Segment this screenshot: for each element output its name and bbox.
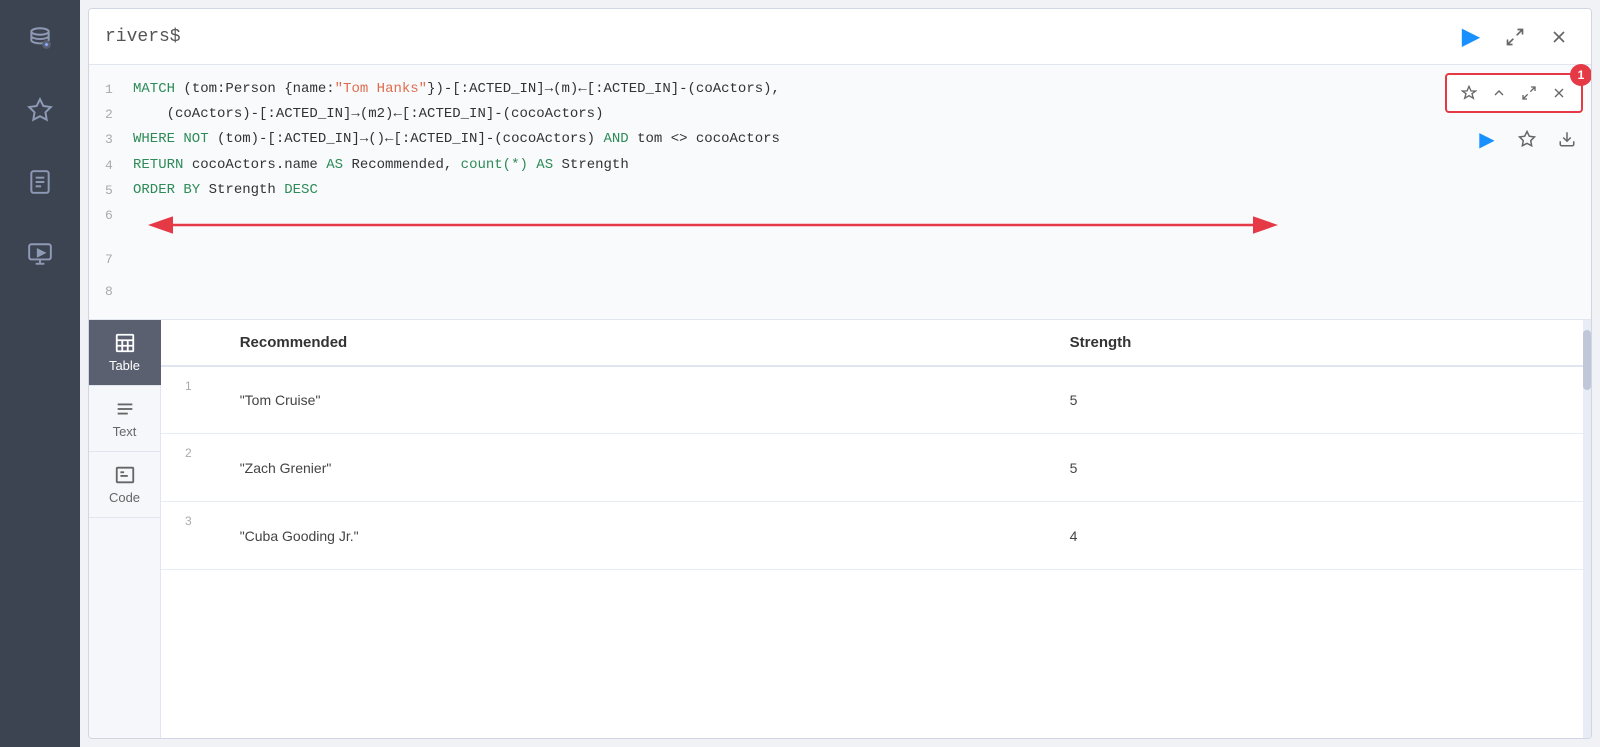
collapse-toolbar-button[interactable] (1485, 79, 1513, 107)
close-button[interactable] (1543, 21, 1575, 53)
table-row: 3 "Cuba Gooding Jr." 4 (161, 502, 1591, 570)
tab-table[interactable]: Table (89, 320, 161, 386)
results-table: Recommended Strength 1 "Tom Cruise" 5 2 … (161, 320, 1591, 571)
database-icon[interactable] (18, 16, 62, 60)
row-1-strength: 5 (1046, 366, 1591, 434)
code-line-6: 6 2 (89, 203, 1591, 247)
run-editor-button[interactable]: ▶ (1471, 123, 1503, 155)
pin-toolbar-button[interactable] (1455, 79, 1483, 107)
query-title: rivers$ (105, 27, 181, 47)
star-query-button[interactable] (1511, 123, 1543, 155)
col-num-header (161, 320, 216, 366)
tab-code-label: Code (109, 490, 140, 505)
tab-text-label: Text (113, 424, 137, 439)
tab-code[interactable]: Code (89, 452, 161, 518)
row-1-recommended: "Tom Cruise" (216, 366, 1046, 434)
star-icon[interactable] (18, 88, 62, 132)
table-results: Recommended Strength 1 "Tom Cruise" 5 2 … (161, 320, 1591, 738)
arrow-annotation (113, 211, 1313, 239)
expand-toolbar-button[interactable] (1515, 79, 1543, 107)
row-3-num: 3 (161, 502, 216, 570)
col-recommended-header: Recommended (216, 320, 1046, 366)
row-2-num: 2 (161, 434, 216, 502)
run-button[interactable]: ▶ (1455, 21, 1487, 53)
col-strength-header: Strength (1046, 320, 1591, 366)
table-row: 1 "Tom Cruise" 5 (161, 366, 1591, 434)
code-line-1: 1 MATCH (tom:Person {name:"Tom Hanks"})-… (89, 77, 1591, 102)
row-2-recommended: "Zach Grenier" (216, 434, 1046, 502)
play-monitor-icon[interactable] (18, 232, 62, 276)
row-2-strength: 5 (1046, 434, 1591, 502)
tab-table-label: Table (109, 358, 140, 373)
row-3-strength: 4 (1046, 502, 1591, 570)
code-line-7: 7 (89, 247, 1591, 279)
badge-1: 1 (1570, 64, 1592, 86)
document-icon[interactable] (18, 160, 62, 204)
code-line-5: 5 ORDER BY Strength DESC (89, 178, 1591, 203)
download-button[interactable] (1551, 123, 1583, 155)
main-panel: rivers$ ▶ 1 (88, 8, 1592, 739)
results-area: Table Text Code (89, 320, 1591, 738)
top-bar: rivers$ ▶ (89, 9, 1591, 65)
table-row: 2 "Zach Grenier" 5 (161, 434, 1591, 502)
code-line-3: 3 WHERE NOT (tom)-[:ACTED_IN]→()←[:ACTED… (89, 127, 1591, 152)
row-1-num: 1 (161, 366, 216, 434)
code-line-2: 2 (coActors)-[:ACTED_IN]→(m2)←[:ACTED_IN… (89, 102, 1591, 127)
sidebar (0, 0, 80, 747)
scrollbar-thumb[interactable] (1583, 330, 1591, 390)
scrollbar-track[interactable] (1583, 320, 1591, 738)
view-tabs: Table Text Code (89, 320, 161, 738)
tab-text[interactable]: Text (89, 386, 161, 452)
code-line-4: 4 RETURN cocoActors.name AS Recommended,… (89, 153, 1591, 178)
close-toolbar-button[interactable] (1545, 79, 1573, 107)
expand-button[interactable] (1499, 21, 1531, 53)
code-line-8: 8 (89, 279, 1591, 311)
row-3-recommended: "Cuba Gooding Jr." (216, 502, 1046, 570)
